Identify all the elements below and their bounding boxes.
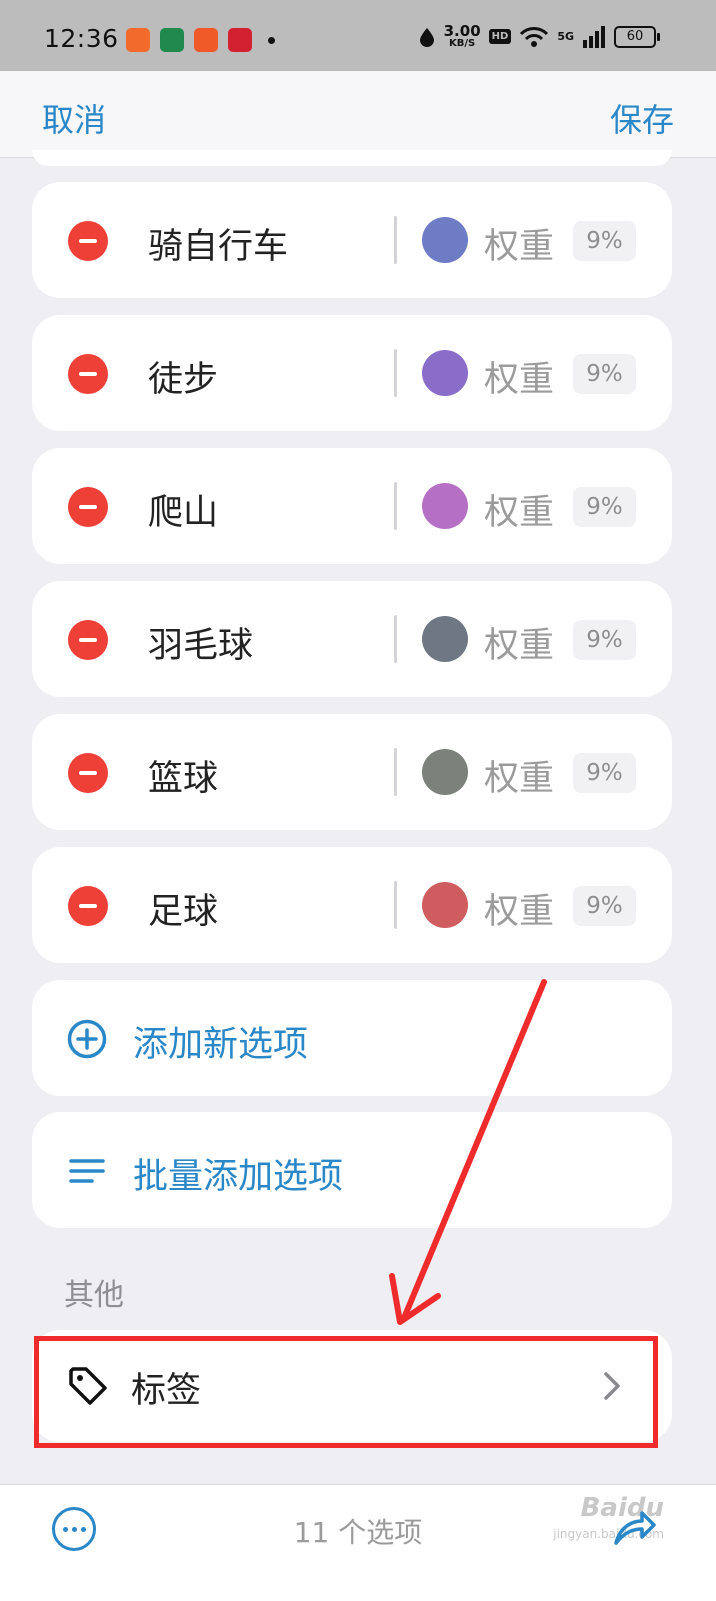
- divider: [394, 349, 397, 397]
- grid-app-icon: [228, 28, 252, 52]
- list-item: 篮球 权重 9%: [32, 714, 672, 830]
- divider: [394, 748, 397, 796]
- battery-icon: 60: [614, 25, 660, 48]
- remove-option-button[interactable]: [68, 886, 108, 926]
- batch-add-label: 批量添加选项: [133, 1157, 344, 1197]
- list-item-partial: [32, 150, 672, 166]
- color-swatch[interactable]: [422, 217, 468, 263]
- list-lines-icon: [69, 1159, 105, 1183]
- oppo-app-icon: [160, 28, 184, 52]
- weight-value[interactable]: 9%: [573, 620, 636, 660]
- minus-icon: [79, 638, 97, 642]
- list-item: 羽毛球 权重 9%: [32, 581, 672, 697]
- list-item: 徒步 权重 9%: [32, 315, 672, 431]
- weight-value[interactable]: 9%: [573, 221, 636, 261]
- color-swatch[interactable]: [422, 483, 468, 529]
- weight-value[interactable]: 9%: [573, 753, 636, 793]
- weight-value[interactable]: 9%: [573, 487, 636, 527]
- wifi-icon: [520, 26, 549, 47]
- weight-label: 权重: [484, 227, 555, 267]
- status-time: 12:36: [44, 24, 119, 53]
- share-icon[interactable]: [610, 1505, 658, 1553]
- weight-value[interactable]: 9%: [573, 354, 636, 394]
- remove-option-button[interactable]: [68, 221, 108, 261]
- divider: [394, 216, 397, 264]
- option-label[interactable]: 徒步: [148, 351, 218, 402]
- more-notifications-dot: [268, 36, 275, 44]
- remove-option-button[interactable]: [68, 620, 108, 660]
- weight-label: 权重: [484, 360, 555, 400]
- status-bar: 12:36 3.00 KB/S HD 5G 60: [0, 0, 716, 71]
- list-item: 足球 权重 9%: [32, 847, 672, 963]
- weight-label: 权重: [484, 892, 555, 932]
- batch-add-button[interactable]: 批量添加选项: [32, 1112, 672, 1228]
- signal-bars-icon: [583, 25, 605, 48]
- cancel-button[interactable]: 取消: [42, 95, 106, 141]
- network-type: 5G: [557, 30, 574, 43]
- divider: [394, 615, 397, 663]
- color-swatch[interactable]: [422, 882, 468, 928]
- color-swatch[interactable]: [422, 350, 468, 396]
- divider: [394, 482, 397, 530]
- list-item: 爬山 权重 9%: [32, 448, 672, 564]
- video-app-icon: [194, 28, 218, 52]
- remove-option-button[interactable]: [68, 354, 108, 394]
- option-label[interactable]: 骑自行车: [148, 218, 288, 269]
- section-title-other: 其他: [64, 1278, 124, 1313]
- app-notification-icon: [126, 28, 150, 52]
- weight-label: 权重: [484, 626, 555, 666]
- option-label[interactable]: 羽毛球: [148, 617, 253, 668]
- minus-icon: [79, 239, 97, 243]
- plus-circle-icon: [67, 1019, 107, 1059]
- divider: [394, 881, 397, 929]
- weight-label: 权重: [484, 759, 555, 799]
- weight-value[interactable]: 9%: [573, 886, 636, 926]
- status-indicators: 3.00 KB/S HD 5G 60: [418, 22, 660, 49]
- add-option-button[interactable]: 添加新选项: [32, 980, 672, 1096]
- remove-option-button[interactable]: [68, 753, 108, 793]
- option-label[interactable]: 足球: [148, 883, 218, 934]
- notification-icons: [126, 28, 275, 52]
- weight-label: 权重: [484, 493, 555, 533]
- hd-badge: HD: [488, 29, 512, 44]
- data-saver-icon: [419, 27, 434, 47]
- top-nav: 取消 保存: [0, 71, 716, 158]
- bottom-bar: 11 个选项 Baidu jingyan.baidu.com: [0, 1484, 716, 1601]
- option-label[interactable]: 爬山: [148, 484, 218, 535]
- minus-icon: [79, 904, 97, 908]
- minus-icon: [79, 372, 97, 376]
- save-button[interactable]: 保存: [610, 95, 674, 141]
- color-swatch[interactable]: [422, 616, 468, 662]
- minus-icon: [79, 505, 97, 509]
- minus-icon: [79, 771, 97, 775]
- remove-option-button[interactable]: [68, 487, 108, 527]
- list-item: 骑自行车 权重 9%: [32, 182, 672, 298]
- color-swatch[interactable]: [422, 749, 468, 795]
- network-speed: 3.00 KB/S: [443, 22, 481, 49]
- highlight-box: [34, 1336, 658, 1448]
- option-label[interactable]: 篮球: [148, 750, 218, 801]
- add-option-label: 添加新选项: [133, 1025, 309, 1065]
